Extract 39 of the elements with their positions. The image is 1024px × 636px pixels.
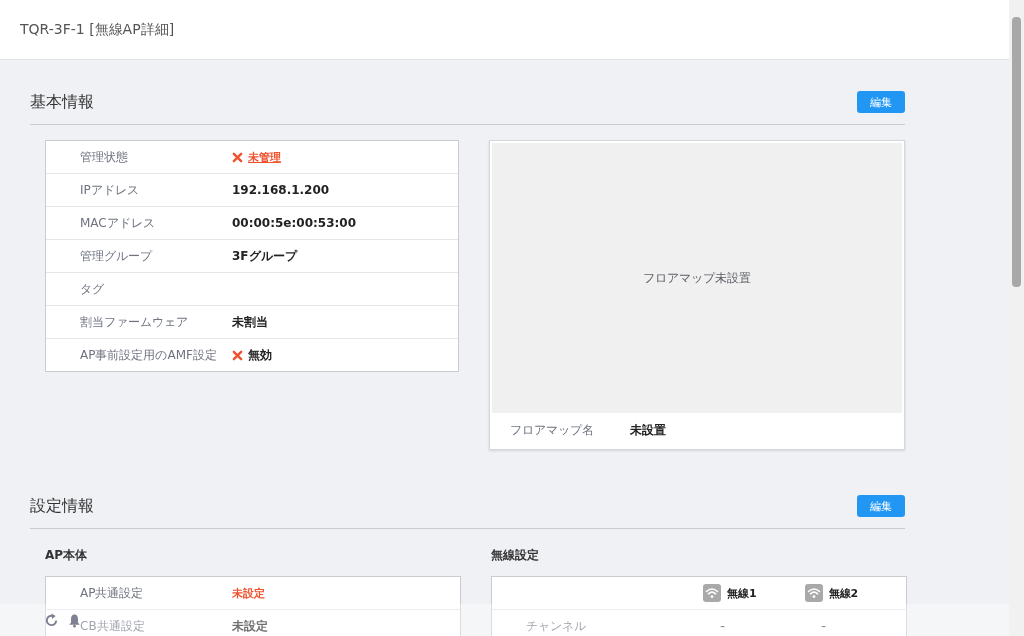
row-label: IPアドレス bbox=[80, 181, 140, 199]
row-label: 管理グループ bbox=[80, 247, 154, 265]
empty-map-message: フロアマップ未設置 bbox=[643, 269, 751, 287]
cross-icon bbox=[232, 151, 243, 163]
row-label: MACアドレス bbox=[80, 214, 156, 232]
column-header: 無線2 bbox=[828, 585, 859, 601]
table-cell-text: - bbox=[719, 618, 726, 634]
section-title: 基本情報 bbox=[30, 91, 94, 113]
row-label: 管理状態 bbox=[80, 148, 129, 166]
row-label: AP事前設定用のAMF設定 bbox=[80, 346, 218, 364]
column-header: 無線1 bbox=[727, 585, 757, 601]
row-label: CB共通設定 bbox=[80, 617, 146, 635]
reload-icon[interactable] bbox=[44, 612, 59, 628]
row-value: 未割当 bbox=[232, 313, 268, 331]
row-value: 未設置 bbox=[630, 421, 666, 439]
cross-icon bbox=[232, 349, 243, 361]
wifi-icon bbox=[703, 584, 721, 602]
wifi-icon bbox=[804, 584, 823, 602]
page-title: TQR-3F-1 [無線AP詳細] bbox=[20, 20, 175, 39]
row-value: 00:00:5e:00:53:00 bbox=[232, 216, 356, 230]
edit-button[interactable]: 編集 bbox=[857, 91, 905, 113]
row-label: 割当ファームウェア bbox=[80, 313, 189, 331]
row-label: タグ bbox=[80, 280, 105, 298]
row-label: チャンネル bbox=[526, 617, 587, 635]
edit-button[interactable]: 編集 bbox=[857, 495, 905, 517]
status-link[interactable]: 未管理 bbox=[248, 149, 281, 165]
row-value: 未設定 bbox=[232, 617, 268, 635]
row-label: フロアマップ名 bbox=[510, 421, 595, 439]
row-label: AP共通設定 bbox=[80, 584, 145, 602]
bell-icon[interactable] bbox=[67, 612, 82, 628]
subsection-title: 無線設定 bbox=[491, 547, 540, 564]
scrollbar[interactable] bbox=[1009, 0, 1024, 636]
row-value: 無効 bbox=[248, 346, 272, 364]
table-cell-text: - bbox=[820, 618, 827, 634]
row-value: 3Fグループ bbox=[232, 247, 297, 265]
subsection-title: AP本体 bbox=[45, 547, 89, 564]
section-title: 設定情報 bbox=[30, 495, 94, 517]
row-value: 未設定 bbox=[232, 585, 265, 601]
row-value: 192.168.1.200 bbox=[232, 183, 330, 197]
